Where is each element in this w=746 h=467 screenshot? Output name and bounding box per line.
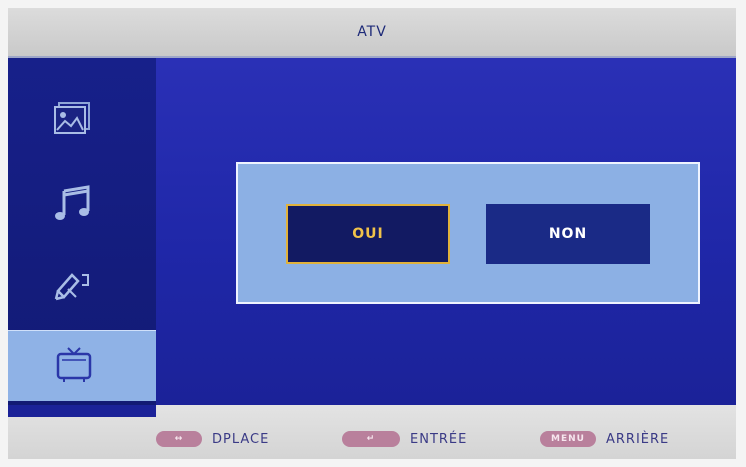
footer-hints: ↔ DPLACE ↵ ENTRÉE MENU ARRIÈRE — [8, 405, 736, 459]
sidebar-item-tv[interactable] — [8, 330, 156, 401]
move-key-badge: ↔ — [156, 431, 202, 447]
tv-icon — [56, 347, 92, 382]
yes-button-label: OUI — [352, 226, 384, 242]
enter-key-badge: ↵ — [342, 431, 400, 447]
hint-back: MENU ARRIÈRE — [540, 429, 669, 449]
hint-move: ↔ DPLACE — [156, 429, 269, 449]
hint-back-label: ARRIÈRE — [606, 431, 670, 447]
edit-pen-icon — [54, 273, 89, 301]
main-panel: OUI NON — [8, 58, 736, 405]
sidebar-item-photo[interactable] — [8, 84, 156, 154]
menu-key-badge: MENU — [540, 431, 596, 447]
sidebar-item-edit[interactable] — [8, 250, 156, 320]
title-bar: ATV — [8, 8, 736, 58]
tv-screen: ATV OUI NON ↔ DPLACE ↵ ENTRÉE MENU ARRIÈ… — [0, 0, 746, 467]
sidebar — [8, 58, 156, 405]
confirm-dialog: OUI NON — [236, 162, 700, 304]
hint-enter-label: ENTRÉE — [410, 431, 468, 447]
hint-enter: ↵ ENTRÉE — [342, 429, 467, 449]
hint-move-label: DPLACE — [212, 431, 270, 447]
yes-button[interactable]: OUI — [286, 204, 450, 264]
page-title: ATV — [357, 24, 387, 40]
music-note-icon — [55, 185, 90, 220]
no-button[interactable]: NON — [486, 204, 650, 264]
sidebar-footer-tab — [8, 405, 156, 417]
photo-icon — [54, 102, 90, 134]
no-button-label: NON — [548, 226, 588, 242]
sidebar-item-music[interactable] — [8, 168, 156, 238]
